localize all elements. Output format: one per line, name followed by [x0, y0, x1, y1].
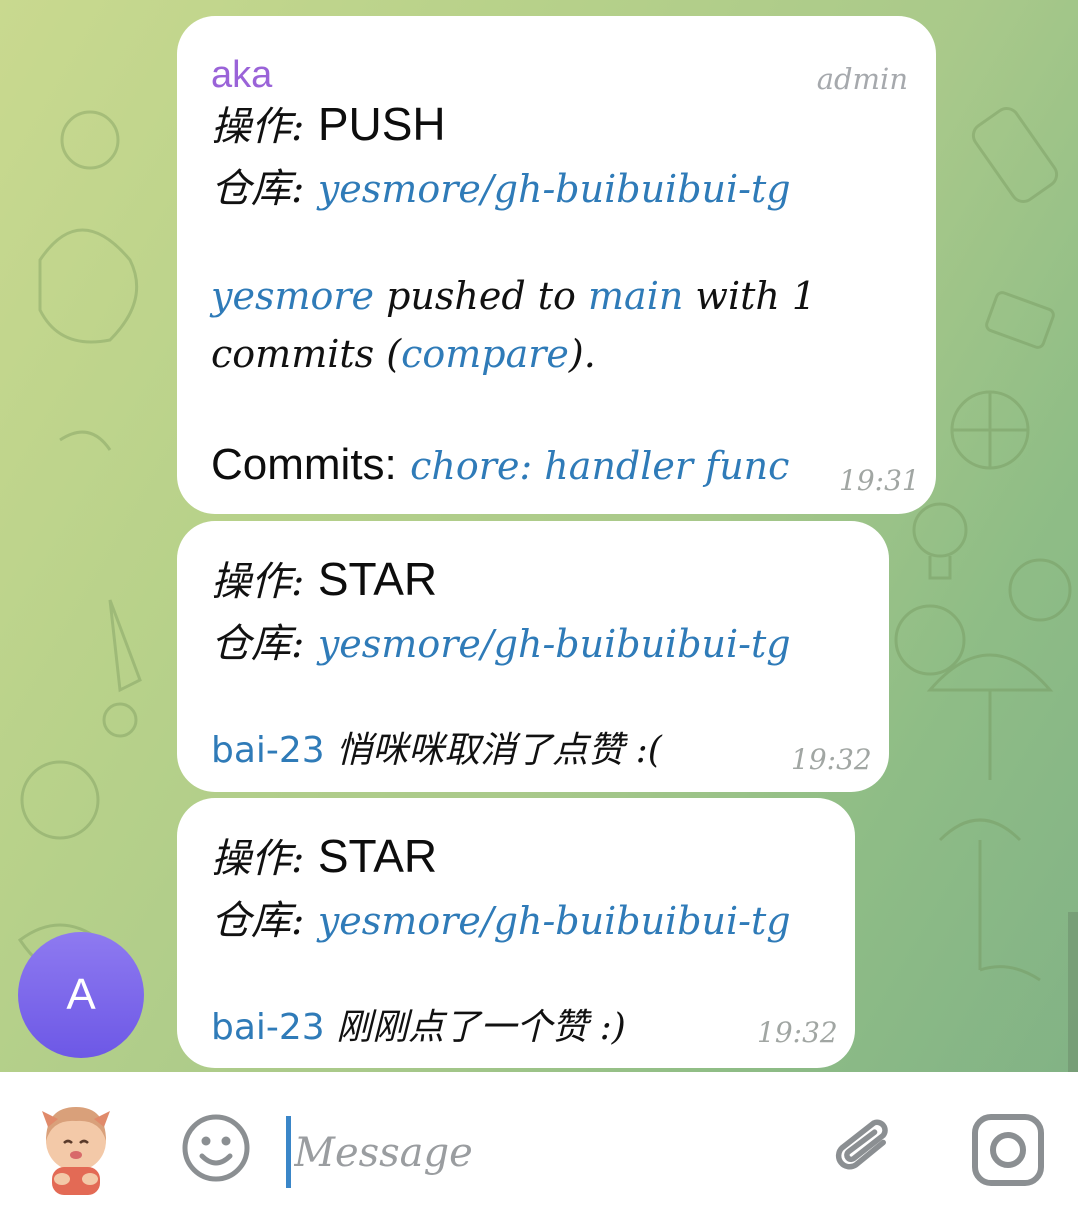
message-bubble[interactable]: aka admin 操作: PUSH 仓库: yesmore/gh-buibui… — [177, 16, 936, 514]
action-value: PUSH — [317, 98, 446, 150]
commit-link[interactable]: chore: handler func — [410, 444, 789, 488]
user-link[interactable]: yesmore — [211, 274, 374, 318]
commits-line: Commits: chore: handler func — [211, 440, 789, 490]
repo-line: 仓库: yesmore/gh-buibuibui-tg — [211, 888, 791, 946]
repo-label: 仓库: — [211, 621, 305, 667]
action-label: 操作: — [211, 836, 305, 882]
user-link[interactable]: bai-23 — [211, 1007, 325, 1048]
action-value: STAR — [317, 553, 438, 605]
action-line: 操作: PUSH — [211, 94, 446, 152]
body-text: commits ( — [211, 332, 402, 376]
repo-link[interactable]: yesmore/gh-buibuibui-tg — [318, 899, 791, 943]
attach-icon[interactable] — [830, 1110, 900, 1190]
message-bubble[interactable]: 操作: STAR 仓库: yesmore/gh-buibuibui-tg bai… — [177, 521, 889, 792]
text-cursor — [286, 1116, 291, 1188]
message-time: 19:31 — [839, 464, 920, 497]
action-line: 操作: STAR — [211, 826, 437, 884]
repo-label: 仓库: — [211, 898, 305, 944]
push-summary-line1: yesmore pushed to main with 1 — [211, 274, 816, 318]
scrollbar[interactable] — [1068, 912, 1078, 1072]
repo-label: 仓库: — [211, 166, 305, 212]
message-bubble[interactable]: 操作: STAR 仓库: yesmore/gh-buibuibui-tg bai… — [177, 798, 855, 1068]
user-link[interactable]: bai-23 — [211, 730, 325, 771]
body-text: 悄咪咪取消了点赞 :( — [324, 730, 662, 771]
repo-link[interactable]: yesmore/gh-buibuibui-tg — [318, 622, 791, 666]
admin-badge: admin — [816, 62, 908, 96]
body-text: 刚刚点了一个赞 :) — [324, 1007, 626, 1048]
camera-icon[interactable] — [970, 1112, 1046, 1188]
repo-line: 仓库: yesmore/gh-buibuibui-tg — [211, 611, 791, 669]
action-value: STAR — [317, 830, 438, 882]
commits-label: Commits: — [211, 440, 397, 489]
avatar[interactable]: A — [18, 932, 144, 1058]
star-text-line: bai-23 悄咪咪取消了点赞 :( — [211, 721, 662, 773]
message-time: 19:32 — [791, 743, 872, 776]
emoji-icon[interactable] — [180, 1112, 252, 1184]
star-text-line: bai-23 刚刚点了一个赞 :) — [211, 998, 626, 1050]
message-input[interactable] — [292, 1112, 816, 1194]
action-label: 操作: — [211, 559, 305, 605]
action-line: 操作: STAR — [211, 549, 437, 607]
sender-name[interactable]: aka — [211, 54, 272, 97]
action-label: 操作: — [211, 104, 305, 150]
compare-link[interactable]: compare — [401, 332, 569, 376]
push-summary-line2: commits (compare). — [211, 332, 596, 376]
sticker-icon[interactable] — [36, 1101, 116, 1199]
message-time: 19:32 — [757, 1016, 838, 1049]
body-text: pushed to — [374, 274, 589, 318]
body-text: with 1 — [683, 274, 817, 318]
branch-link[interactable]: main — [588, 274, 683, 318]
repo-link[interactable]: yesmore/gh-buibuibui-tg — [318, 167, 791, 211]
body-text: ). — [568, 332, 596, 376]
repo-line: 仓库: yesmore/gh-buibuibui-tg — [211, 156, 791, 214]
